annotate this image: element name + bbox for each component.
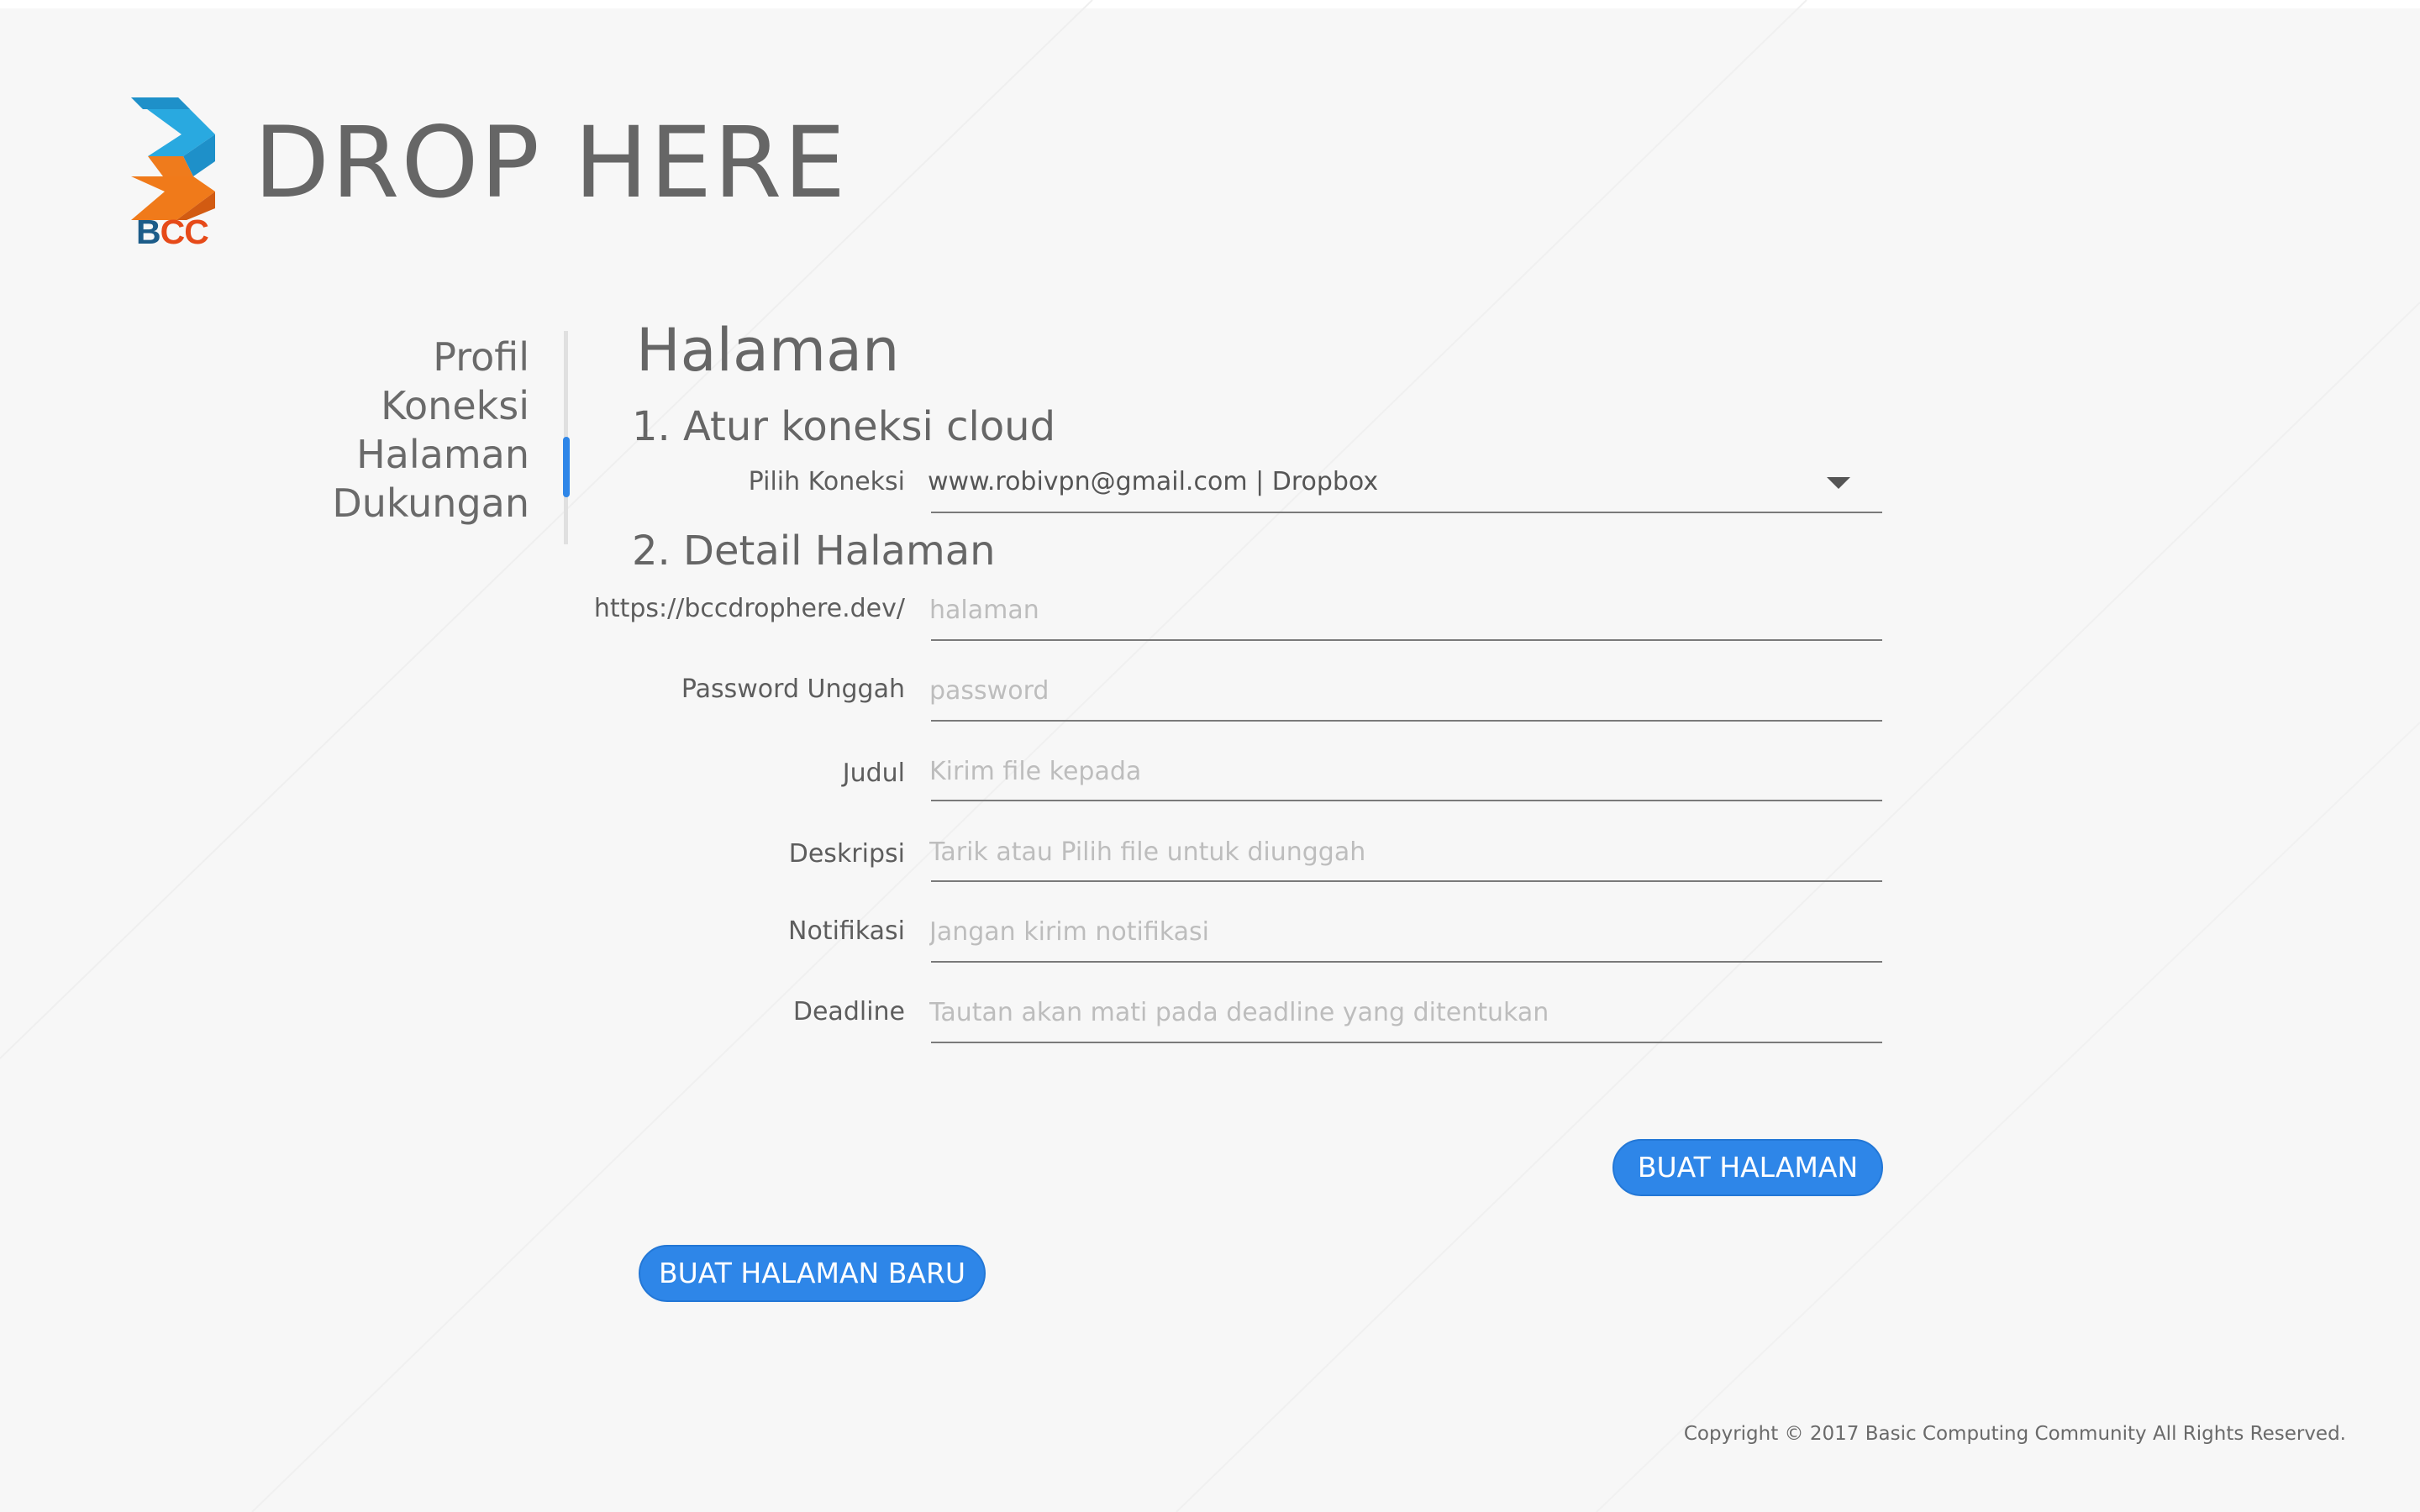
deadline-label: Deadline	[792, 997, 905, 1026]
connection-label: Pilih Koneksi	[748, 467, 905, 496]
logo-text: BCC	[136, 213, 209, 251]
title-label: Judul	[842, 759, 905, 788]
title-underline	[931, 800, 1882, 801]
nav-item-profil[interactable]: Profil	[252, 333, 529, 381]
description-input[interactable]	[929, 833, 1870, 870]
title-input[interactable]	[929, 753, 1870, 790]
description-underline	[931, 880, 1882, 882]
password-label: Password Unggah	[681, 675, 905, 704]
deadline-input[interactable]	[929, 994, 1870, 1031]
sidebar-nav: Profil Koneksi Halaman Dukungan	[252, 333, 529, 528]
page-title: Halaman	[636, 316, 900, 385]
notification-underline	[931, 961, 1882, 963]
password-underline	[931, 720, 1882, 722]
app-title: DROP HERE	[254, 105, 848, 220]
logo-letter-b: B	[136, 213, 161, 251]
notification-input[interactable]	[929, 913, 1870, 950]
page: BCC DROP HERE Profil Koneksi Halaman Duk…	[0, 0, 2420, 1512]
page-slug-input[interactable]	[929, 591, 1870, 628]
url-prefix-label: https://bccdrophere.dev/	[593, 594, 905, 623]
nav-item-halaman[interactable]: Halaman	[252, 430, 529, 479]
section-heading-cloud: 1. Atur koneksi cloud	[632, 403, 1056, 450]
new-page-button[interactable]: BUAT HALAMAN BARU	[639, 1245, 986, 1302]
caret-down-icon[interactable]	[1827, 477, 1850, 489]
nav-item-dukungan[interactable]: Dukungan	[252, 479, 529, 528]
description-label: Deskripsi	[788, 839, 905, 869]
nav-item-koneksi[interactable]: Koneksi	[252, 381, 529, 430]
section-heading-details: 2. Detail Halaman	[632, 528, 996, 575]
page-slug-underline	[931, 639, 1882, 641]
connection-underline	[931, 512, 1882, 513]
connection-select[interactable]: www.robivpn@gmail.com | Dropbox	[928, 467, 1378, 496]
deadline-underline	[931, 1042, 1882, 1043]
notification-label: Notifikasi	[788, 916, 905, 946]
copyright-text: Copyright © 2017 Basic Computing Communi…	[1683, 1423, 2346, 1445]
password-input[interactable]	[929, 672, 1870, 709]
logo-letters-cc: CC	[160, 213, 209, 251]
create-page-button[interactable]: BUAT HALAMAN	[1612, 1139, 1883, 1196]
nav-active-indicator	[563, 437, 570, 497]
